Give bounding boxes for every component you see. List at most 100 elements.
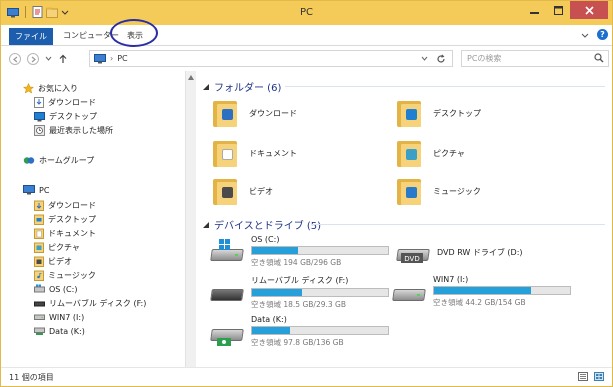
drive-item[interactable]: Data (K:) 空き領域 97.8 GB/136 GB	[210, 315, 389, 348]
title-bar: PC	[1, 1, 612, 25]
chevron-down-icon[interactable]	[421, 56, 428, 62]
scroll-up-icon[interactable]	[188, 75, 194, 80]
pc-icon	[94, 53, 106, 63]
arrow-left-icon	[12, 56, 17, 62]
nav-item-label: PC	[39, 185, 50, 195]
nav-item-label: リムーバブル ディスク (F:)	[49, 299, 147, 308]
history-chevron-icon[interactable]	[45, 56, 52, 62]
scrollbar[interactable]	[185, 71, 196, 367]
nav-favorites[interactable]: お気に入り	[23, 83, 78, 94]
nav-item-label: ドキュメント	[48, 229, 96, 238]
nav-item-label: 最近表示した場所	[49, 126, 113, 135]
download-folder-icon	[34, 200, 44, 211]
nav-item-label: OS (C:)	[49, 284, 78, 294]
up-arrow-icon[interactable]	[59, 54, 67, 64]
forward-button[interactable]	[27, 53, 39, 65]
drive-item[interactable]: リムーバブル ディスク (F:) 空き領域 18.5 GB/29.3 GB	[210, 275, 389, 310]
drive-item[interactable]: OS (C:) 空き領域 194 GB/296 GB	[210, 235, 389, 268]
maximize-button[interactable]	[546, 1, 570, 19]
nav-favorites-recent-places[interactable]: 最近表示した場所	[34, 125, 113, 136]
collapse-icon[interactable]	[203, 221, 209, 228]
search-input[interactable]: PCの検索	[461, 50, 609, 67]
collapse-icon[interactable]	[203, 83, 209, 90]
maximize-icon	[553, 5, 563, 15]
details-view-button[interactable]	[578, 372, 588, 381]
folder-name: ドキュメント	[249, 148, 297, 158]
recent-places-icon	[34, 125, 45, 136]
refresh-icon[interactable]	[436, 54, 446, 64]
nav-item-label: ホームグループ	[39, 156, 95, 165]
nav-item-label: ダウンロード	[48, 201, 96, 210]
breadcrumb[interactable]: PC	[117, 54, 127, 63]
nav-pc-drive-i[interactable]: WIN7 (I:)	[34, 312, 84, 322]
drive-item[interactable]: DVD DVD RW ドライブ (D:)	[396, 235, 523, 267]
nav-item-label: ダウンロード	[48, 98, 96, 107]
nav-favorites-desktop[interactable]: デスクトップ	[34, 111, 97, 122]
nav-pc-desktop[interactable]: デスクトップ	[34, 214, 96, 225]
address-row: › PC PCの検索	[1, 47, 612, 71]
close-icon	[584, 5, 594, 15]
group-title: デバイスとドライブ (5)	[214, 221, 322, 232]
folder-item[interactable]: ビデオ	[213, 177, 273, 205]
network-drive-icon	[210, 323, 245, 347]
window-title: PC	[299, 7, 313, 18]
folders-group-header[interactable]: フォルダー (6)	[203, 79, 281, 94]
content-pane: フォルダー (6) ダウンロード デスクトップ ドキュメント ピクチャ ビデオ …	[197, 71, 612, 367]
nav-pc-downloads[interactable]: ダウンロード	[34, 200, 96, 211]
nav-pc-music[interactable]: ミュージック	[34, 270, 96, 281]
folder-name: ダウンロード	[249, 108, 297, 118]
nav-item-label: ミュージック	[48, 271, 96, 280]
help-icon[interactable]: ?	[597, 29, 608, 40]
drive-name: DVD RW ドライブ (D:)	[437, 248, 523, 257]
windows-drive-icon	[210, 239, 245, 267]
folder-item[interactable]: ダウンロード	[213, 99, 297, 127]
status-bar: 11 個の項目	[1, 367, 612, 386]
network-drive-icon	[34, 327, 45, 335]
drive-name: OS (C:)	[251, 235, 280, 244]
folder-name: デスクトップ	[433, 108, 481, 118]
ribbon-controls: ?	[581, 29, 608, 40]
nav-pc-drive-k[interactable]: Data (K:)	[34, 326, 85, 336]
tiles-view-button[interactable]	[594, 372, 604, 381]
view-switcher	[578, 372, 604, 381]
details-view-icon	[580, 374, 586, 379]
hard-drive-icon	[392, 283, 427, 307]
videos-folder-icon	[34, 256, 44, 267]
pictures-folder-icon	[397, 139, 423, 167]
star-icon	[23, 83, 34, 94]
explorer-window: PC ファイル コンピューター 表示 ? › PC PCの検索 お気に入り ダウ…	[0, 0, 613, 387]
nav-pc-documents[interactable]: ドキュメント	[34, 228, 96, 239]
folder-name: ビデオ	[249, 186, 273, 196]
back-button[interactable]	[9, 53, 21, 65]
folder-item[interactable]: ミュージック	[397, 177, 481, 205]
nav-pc-drive-f[interactable]: リムーバブル ディスク (F:)	[34, 298, 146, 309]
drive-free-space: 空き領域 18.5 GB/29.3 GB	[251, 300, 346, 309]
navigation-pane: お気に入り ダウンロード デスクトップ 最近表示した場所 ホームグループ PC …	[1, 71, 183, 367]
folder-name: ミュージック	[433, 186, 481, 196]
removable-drive-icon	[210, 283, 245, 307]
folder-item[interactable]: ドキュメント	[213, 139, 297, 167]
drive-item[interactable]: WIN7 (I:) 空き領域 44.2 GB/154 GB	[392, 275, 571, 308]
nav-pc-pictures[interactable]: ピクチャ	[34, 242, 80, 253]
pictures-folder-icon	[34, 242, 44, 253]
nav-pc-videos[interactable]: ビデオ	[34, 256, 72, 267]
group-divider	[311, 224, 605, 225]
address-bar[interactable]: › PC	[89, 50, 453, 67]
minimize-icon	[529, 11, 539, 14]
item-count: 11 個の項目	[9, 373, 54, 382]
nav-pc[interactable]: PC	[23, 185, 49, 195]
close-button[interactable]	[570, 1, 608, 19]
folder-item[interactable]: ピクチャ	[397, 139, 465, 167]
drives-group-header[interactable]: デバイスとドライブ (5)	[203, 217, 321, 232]
drive-free-space: 空き領域 44.2 GB/154 GB	[433, 298, 526, 307]
folder-name: ピクチャ	[433, 148, 465, 158]
nav-homegroup[interactable]: ホームグループ	[23, 155, 94, 166]
minimize-button[interactable]	[522, 1, 546, 19]
folder-item[interactable]: デスクトップ	[397, 99, 481, 127]
nav-item-label: Data (K:)	[49, 326, 85, 336]
expand-ribbon-icon[interactable]	[581, 31, 589, 39]
nav-pc-drive-c[interactable]: OS (C:)	[34, 284, 77, 294]
tab-file[interactable]: ファイル	[9, 28, 53, 45]
nav-favorites-downloads[interactable]: ダウンロード	[34, 97, 96, 108]
search-icon[interactable]	[594, 53, 604, 63]
